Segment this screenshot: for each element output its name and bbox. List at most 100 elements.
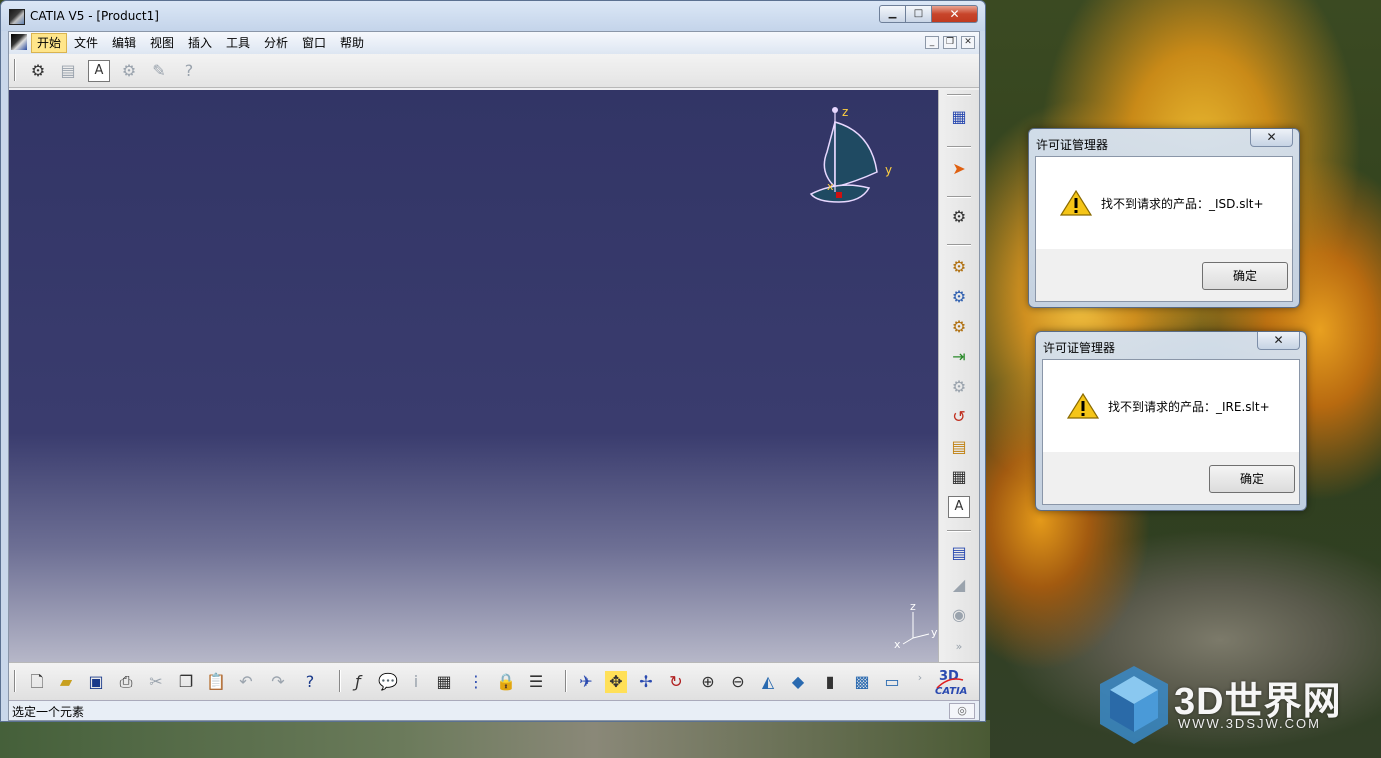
sub-graph-icon[interactable]: ⚙: [948, 376, 970, 398]
license-dialog-2: 许可证管理器 ✕ 找不到请求的产品：_IRE.slt+ 确定: [1035, 331, 1307, 511]
cut-icon[interactable]: ✂: [145, 671, 167, 693]
tree-icon[interactable]: ⋮: [465, 671, 487, 693]
replace-icon[interactable]: ↺: [948, 406, 970, 428]
iso-view-icon[interactable]: ◆: [787, 671, 809, 693]
view-icon[interactable]: ◉: [948, 604, 970, 626]
gear-existing-icon[interactable]: ⚙: [948, 316, 970, 338]
product-icon[interactable]: ▦: [948, 106, 970, 128]
mini-axis-y-label: y: [931, 626, 938, 639]
reorder-icon[interactable]: ▤: [948, 436, 970, 458]
open-icon[interactable]: ▰: [55, 671, 77, 693]
rotate-icon[interactable]: ↻: [665, 671, 687, 693]
menu-tools[interactable]: 工具: [221, 33, 255, 53]
gear-group-icon[interactable]: ⚙: [118, 60, 140, 82]
menu-bar: 开始 文件 编辑 视图 插入 工具 分析 窗口 帮助 _ ❐ ✕: [9, 32, 979, 54]
scene-icon[interactable]: ▤: [948, 542, 970, 564]
save-icon[interactable]: ▣: [85, 671, 107, 693]
fit-all-icon[interactable]: ✥: [605, 671, 627, 693]
toolbar-grip[interactable]: [14, 670, 16, 692]
ok-button[interactable]: 确定: [1209, 465, 1295, 493]
comment-icon[interactable]: 💬: [377, 671, 399, 693]
text-icon[interactable]: A: [88, 60, 110, 82]
redo-icon[interactable]: ↷: [267, 671, 289, 693]
command-input-icon[interactable]: ◎: [949, 703, 975, 719]
repair-icon[interactable]: ✎: [148, 60, 170, 82]
menu-help[interactable]: 帮助: [335, 33, 369, 53]
toolbar-separator: [565, 670, 567, 692]
pan-icon[interactable]: ✢: [635, 671, 657, 693]
doc-restore-button[interactable]: ❐: [943, 36, 957, 49]
dialog-close-button[interactable]: ✕: [1257, 332, 1300, 350]
mini-axis-z-label: z: [910, 600, 916, 613]
toolbar-separator: [947, 146, 971, 148]
menu-edit[interactable]: 编辑: [107, 33, 141, 53]
toolbar-separator: [947, 94, 971, 96]
catia-app-icon[interactable]: [9, 9, 25, 25]
dialog-message-area: 找不到请求的产品：_ISD.slt+: [1036, 157, 1292, 249]
maximize-button[interactable]: □: [905, 5, 932, 23]
shading-icon[interactable]: ▩: [851, 671, 873, 693]
formula-icon[interactable]: ƒ: [347, 671, 369, 693]
client-area: 开始 文件 编辑 视图 插入 工具 分析 窗口 帮助 _ ❐ ✕ ⚙ ▤ A ⚙…: [8, 31, 980, 721]
swap-icon[interactable]: ▭: [881, 671, 903, 693]
help-circle-icon[interactable]: ?: [178, 60, 200, 82]
minimize-button[interactable]: ▁: [879, 5, 906, 23]
normal-view-icon[interactable]: ◭: [757, 671, 779, 693]
annotation-icon[interactable]: A: [948, 496, 970, 518]
compass-z-label: z: [842, 105, 848, 119]
close-button[interactable]: ✕: [931, 5, 978, 23]
menu-window[interactable]: 窗口: [297, 33, 331, 53]
insert-arrow-icon[interactable]: ⇥: [948, 346, 970, 368]
dialog-message: 找不到请求的产品：_ISD.slt+: [1101, 197, 1264, 211]
menu-file[interactable]: 文件: [69, 33, 103, 53]
warning-icon: [1067, 392, 1099, 419]
more-chevron-icon[interactable]: ›: [909, 667, 931, 689]
document-icon[interactable]: [11, 34, 27, 50]
numbering-icon[interactable]: ▦: [948, 466, 970, 488]
doc-minimize-button[interactable]: _: [925, 36, 939, 49]
select-arrow-icon[interactable]: ➤: [948, 158, 970, 180]
desktop-wallpaper-foliage: [0, 720, 990, 758]
dialog-body: 找不到请求的产品：_ISD.slt+ 确定: [1035, 156, 1293, 302]
zoom-out-icon[interactable]: ⊖: [727, 671, 749, 693]
menu-start[interactable]: 开始: [31, 33, 68, 53]
catia-logo-icon: 3D CATIA: [935, 669, 967, 697]
mini-axis-x-label: x: [894, 638, 901, 650]
gear-new-icon[interactable]: ⚙: [948, 286, 970, 308]
print-icon[interactable]: ⎙: [115, 671, 137, 693]
catalog-icon[interactable]: ☰: [525, 671, 547, 693]
svg-text:CATIA: CATIA: [935, 686, 967, 697]
mini-axis-icon: z y x: [894, 600, 938, 650]
dialog-close-button[interactable]: ✕: [1250, 129, 1293, 147]
select-cursor-icon[interactable]: ⚙: [948, 206, 970, 228]
new-icon[interactable]: 🗋: [26, 671, 48, 693]
menu-view[interactable]: 视图: [145, 33, 179, 53]
watermark-url: WWW.3DSJW.COM: [1178, 716, 1321, 731]
lock-icon[interactable]: 🔒: [495, 671, 517, 693]
fly-icon[interactable]: ✈: [575, 671, 597, 693]
dialog-title: 许可证管理器: [1043, 341, 1116, 355]
toolbar-grip[interactable]: [14, 59, 16, 81]
product-structure-icon[interactable]: ⚙: [27, 60, 49, 82]
dialog-body: 找不到请求的产品：_IRE.slt+ 确定: [1042, 359, 1300, 505]
compass-icon[interactable]: z y x: [799, 102, 899, 212]
properties-icon[interactable]: ▤: [57, 60, 79, 82]
menu-insert[interactable]: 插入: [183, 33, 217, 53]
menu-analysis[interactable]: 分析: [259, 33, 293, 53]
table-icon[interactable]: ▦: [433, 671, 455, 693]
doc-close-button[interactable]: ✕: [961, 36, 975, 49]
hide-show-icon[interactable]: ▮: [819, 671, 841, 693]
copy-icon[interactable]: ❐: [175, 671, 197, 693]
measure-icon[interactable]: ◢: [948, 574, 970, 596]
more-chevron-icon[interactable]: »: [948, 636, 970, 658]
svg-text:3D: 3D: [939, 669, 959, 684]
paste-icon[interactable]: 📋: [205, 671, 227, 693]
3d-viewport[interactable]: z y x z y x: [9, 90, 938, 662]
zoom-in-icon[interactable]: ⊕: [697, 671, 719, 693]
title-bar[interactable]: CATIA V5 - [Product1] ▁ □ ✕: [1, 1, 985, 31]
info-icon[interactable]: ⅰ: [405, 671, 427, 693]
gear-insert-icon[interactable]: ⚙: [948, 256, 970, 278]
whats-this-icon[interactable]: ?: [299, 671, 321, 693]
ok-button[interactable]: 确定: [1202, 262, 1288, 290]
undo-icon[interactable]: ↶: [235, 671, 257, 693]
